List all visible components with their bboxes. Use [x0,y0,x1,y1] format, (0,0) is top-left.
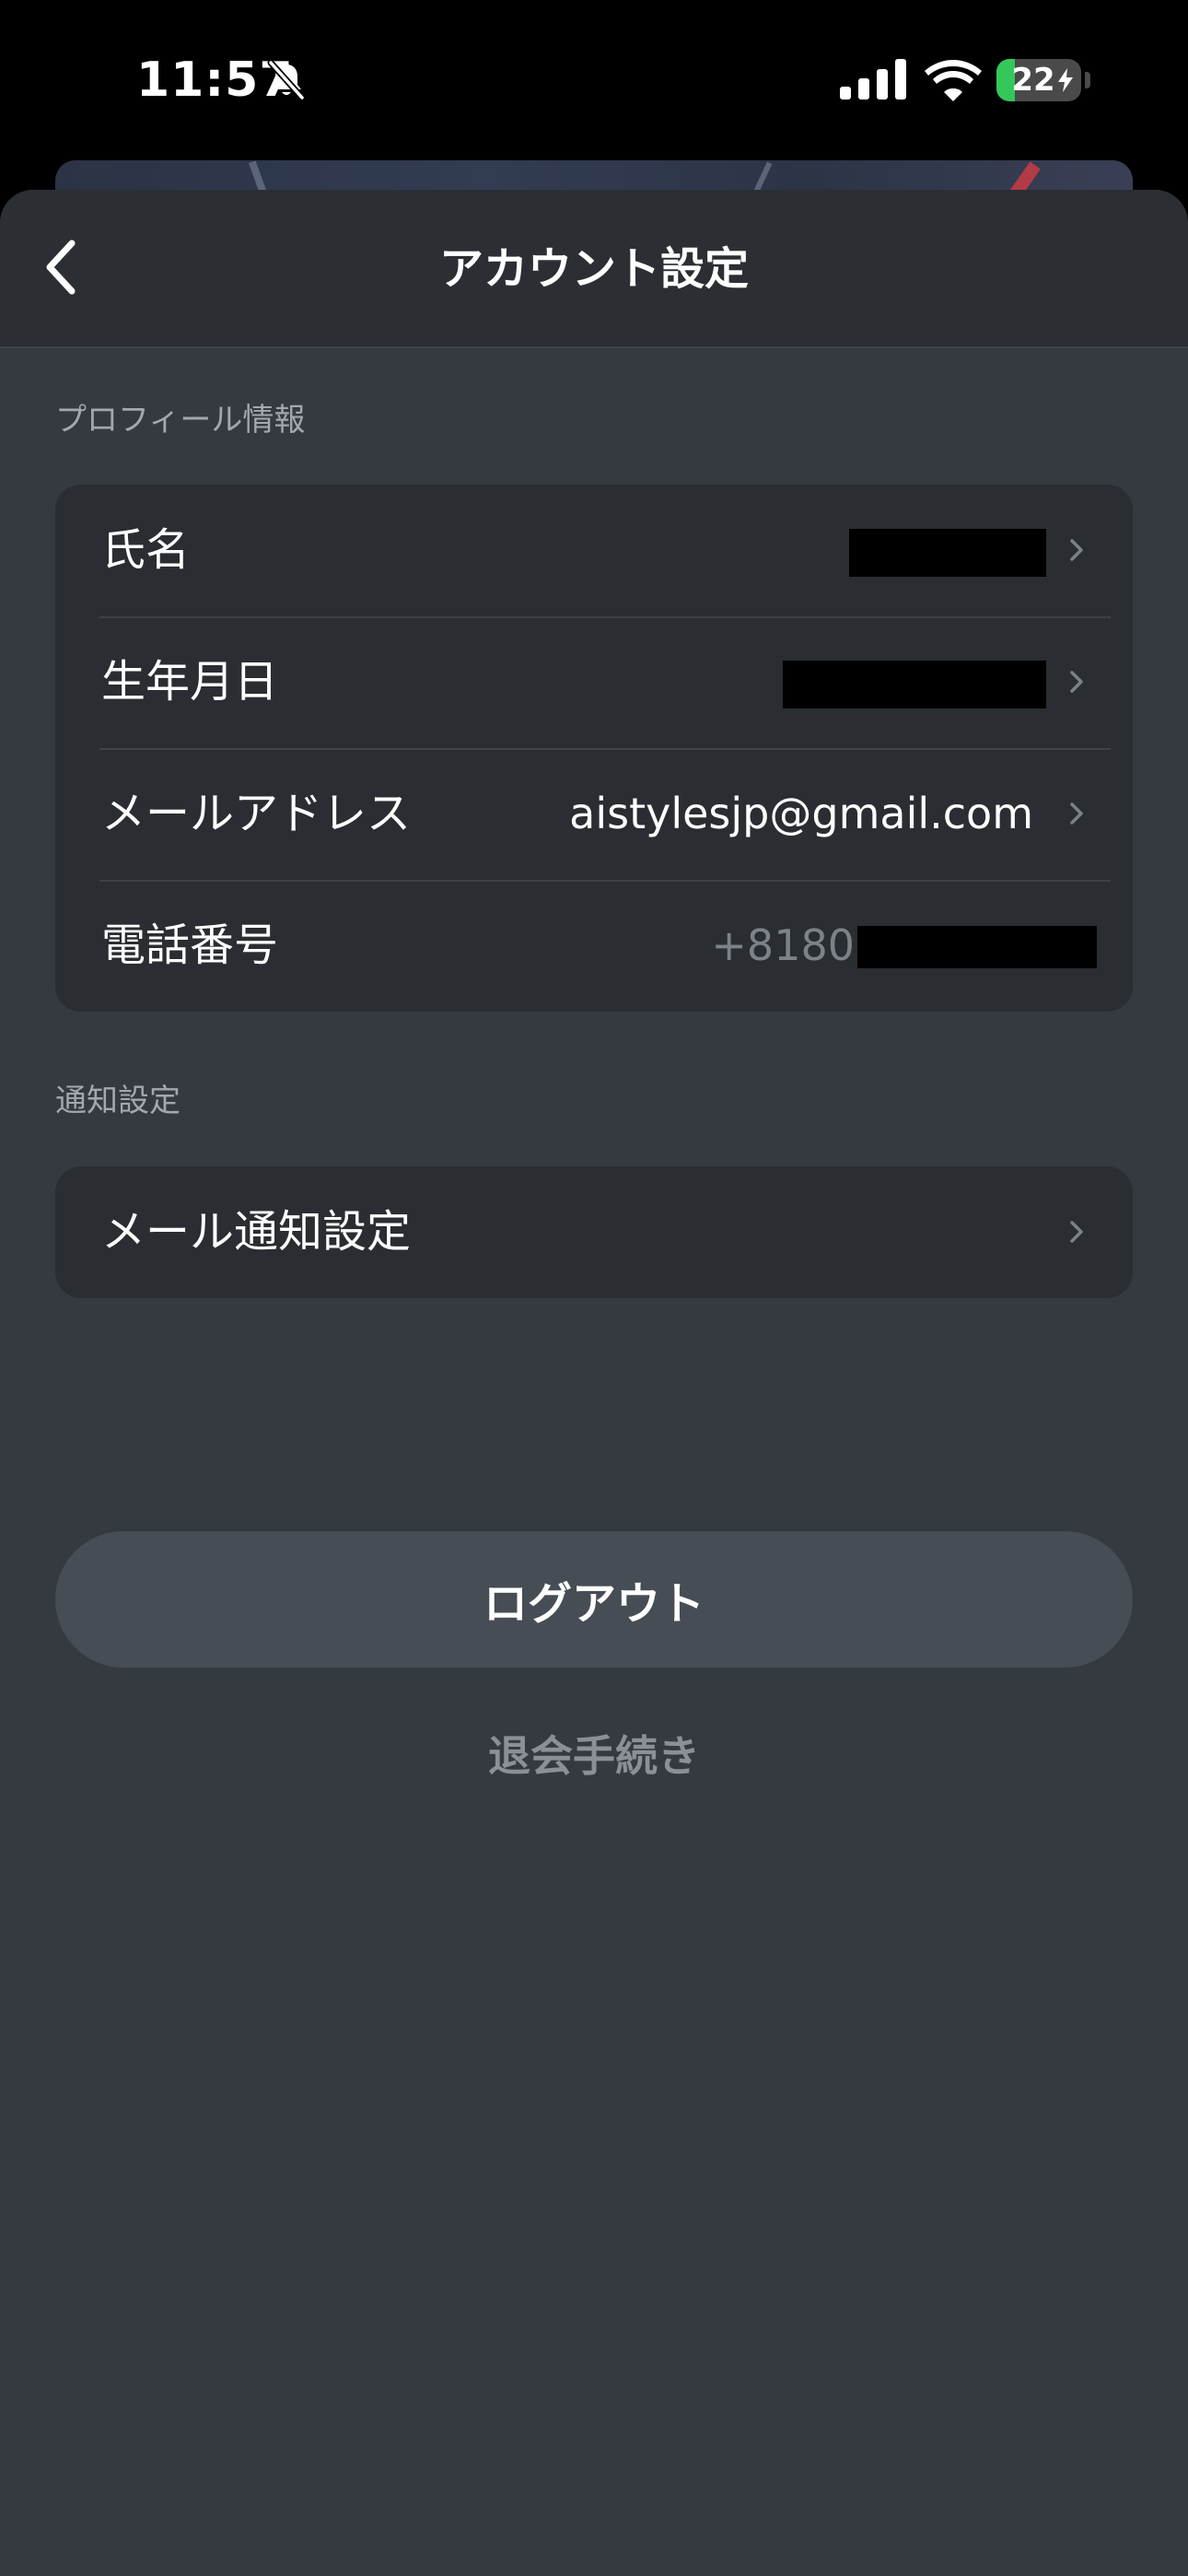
chevron-right-icon [1070,1221,1083,1243]
account-settings-sheet: アカウント設定 プロフィール情報 氏名 生年月日 メールアドレス aistyle… [0,190,1188,2576]
row-phone: 電話番号 +8180 [55,880,1133,1012]
chevron-right-icon [1070,671,1083,693]
notification-card: メール通知設定 [55,1166,1133,1298]
row-name[interactable]: 氏名 [55,485,1133,616]
row-label: メール通知設定 [101,1206,412,1258]
row-label: 電話番号 [101,919,279,971]
row-email[interactable]: メールアドレス aistylesjp@gmail.com [55,748,1133,880]
wifi-icon [925,60,982,101]
battery-indicator: 22 [996,59,1081,101]
navigation-bar: アカウント設定 [0,190,1188,348]
redacted-value [857,926,1097,968]
charging-bolt-icon [1058,68,1073,92]
phone-value: +8180 [711,920,855,970]
row-label: メールアドレス [101,788,412,839]
row-birthday[interactable]: 生年月日 [55,616,1133,748]
redacted-value [849,529,1046,577]
section-header-notifications: 通知設定 [55,1083,181,1119]
chevron-right-icon [1070,802,1083,825]
email-value: aistylesjp@gmail.com [569,789,1033,838]
row-email-notifications[interactable]: メール通知設定 [55,1166,1133,1298]
row-label: 氏名 [101,524,191,576]
profile-card: 氏名 生年月日 メールアドレス aistylesjp@gmail.com 電話番… [55,485,1133,1012]
redacted-value [783,661,1046,708]
logout-button[interactable]: ログアウト [55,1531,1133,1668]
row-label: 生年月日 [101,656,279,708]
battery-cap [1085,72,1090,88]
signal-icon [840,59,906,100]
chevron-right-icon [1070,539,1083,561]
section-header-profile: プロフィール情報 [55,402,306,439]
page-title: アカウント設定 [438,243,749,295]
status-bar: 11:57 22 [0,0,1188,166]
withdraw-link[interactable]: 退会手続き [0,1727,1188,1786]
bell-slash-icon [267,59,306,101]
